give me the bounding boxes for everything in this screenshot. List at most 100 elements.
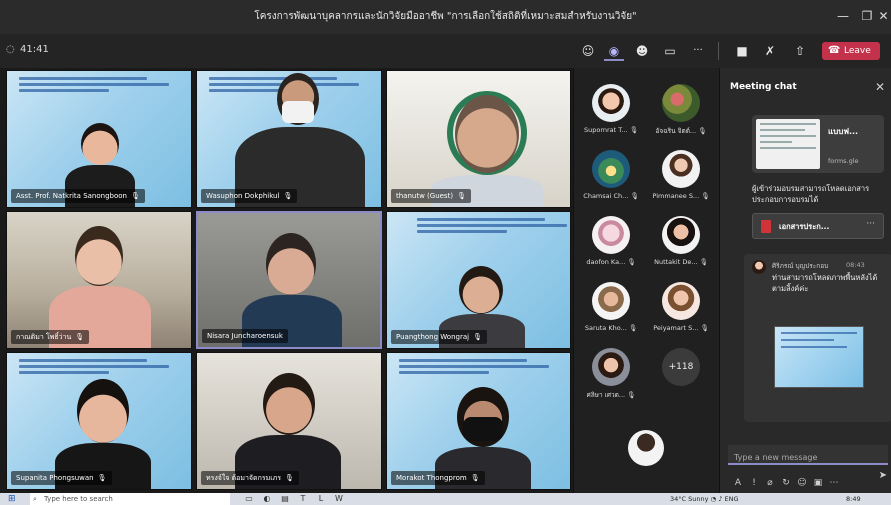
leave-button[interactable]: ☎ Leave — [822, 42, 880, 60]
avatar — [592, 216, 630, 254]
mic-muted-icon: 🎙 — [473, 333, 482, 341]
mic-muted-icon: 🎙 — [457, 192, 466, 200]
video-tile[interactable]: กาณติมา โพธิ์ว่าน 🎙 — [6, 211, 192, 349]
avatar — [662, 216, 700, 254]
avatar — [592, 348, 630, 386]
participant-name-tag: Asst. Prof. Natkrita Sanongboon 🎙 — [11, 189, 145, 203]
participant-thumbnail[interactable]: Peiyamart S... 🎙 — [646, 280, 716, 342]
format-icon[interactable]: A — [730, 478, 746, 488]
line-app-icon[interactable]: L — [312, 493, 330, 505]
slide-header-graphic — [417, 218, 567, 236]
edge-icon[interactable]: ◐ — [258, 493, 276, 505]
meeting-toolbar: ◌ 41:41 ☺ ◉ ☻ ▭ ··· ■ ✗ ⇧ ☎ Leave — [0, 34, 891, 68]
message-timestamp: 08:43 — [846, 261, 865, 269]
close-chat-icon[interactable]: ✕ — [875, 80, 885, 94]
participant-name-tag: Nisara Juncharoensuk — [202, 329, 288, 343]
file-attachment[interactable]: เอกสารประก... ··· — [752, 213, 884, 239]
mic-muted-icon: 🎙 — [75, 333, 85, 341]
network-icon[interactable]: ◔ — [711, 495, 717, 503]
video-tile[interactable]: thanutw (Guest) 🎙 — [386, 70, 571, 208]
reactions-icon[interactable]: ☻ — [632, 41, 652, 61]
video-tile[interactable]: Supanita Phongsuwan 🎙 — [6, 352, 192, 490]
more-participants-button[interactable]: +118 — [646, 346, 716, 408]
slide-header-graphic — [399, 359, 549, 377]
compose-box[interactable] — [728, 445, 888, 467]
attach-icon[interactable]: ⌀ — [762, 478, 778, 488]
rooms-icon[interactable]: ▭ — [660, 41, 680, 61]
participant-name-tag: Supanita Phongsuwan 🎙 — [11, 471, 112, 485]
chat-icon[interactable]: ◉ — [604, 41, 624, 61]
close-window-icon[interactable]: ✕ — [876, 6, 891, 26]
window-title: โครงการพัฒนาบุคลากรและนักวิจัยมืออาชีพ "… — [254, 11, 637, 22]
participant-thumbnail[interactable]: Nuttakit De... 🎙 — [646, 214, 716, 276]
video-tile[interactable]: ทรงจ์ใจ ต้อมาจัดกรมเภร 🎙 — [196, 352, 382, 490]
mic-muted-icon: 🎙 — [699, 258, 708, 266]
emoji-icon[interactable]: ☺ — [794, 478, 810, 488]
taskbar-clock[interactable]: 8:49 — [846, 493, 861, 505]
mic-muted-icon: 🎙 — [130, 192, 140, 200]
maximize-icon[interactable]: ❐ — [856, 6, 878, 26]
hang-up-icon: ☎ — [828, 45, 841, 56]
gif-icon[interactable]: ▣ — [810, 478, 826, 488]
share-screen-icon[interactable]: ⇧ — [790, 41, 810, 61]
word-icon[interactable]: W — [330, 493, 348, 505]
video-tile[interactable]: Asst. Prof. Natkrita Sanongboon 🎙 — [6, 70, 192, 208]
priority-icon[interactable]: ! — [746, 478, 762, 488]
participant-thumbnail[interactable]: daofon Ka... 🎙 — [576, 214, 646, 276]
mic-muted-icon: 🎙 — [627, 258, 636, 266]
teams-icon[interactable]: T — [294, 493, 312, 505]
mic-muted-icon: 🎙 — [698, 127, 707, 135]
participant-thumbnail[interactable]: Saruta Kho... 🎙 — [576, 280, 646, 342]
meeting-chat-panel: Meeting chat ✕ แบบฟ... forms.gle ผู้เข้า… — [719, 68, 891, 493]
windows-taskbar: ⊞ ⌕ Type here to search ▭ ◐ ▤ T L W 34°C Sunn… — [0, 493, 891, 505]
avatar — [592, 84, 630, 122]
chat-message-text: ท่านสามารถโหลดภาพพื้นหลังได้ตามลิ้งค์ค่ะ — [772, 273, 878, 293]
more-options-icon[interactable]: ⋯ — [826, 478, 842, 488]
video-tile[interactable]: Puangthong Wongraj 🎙 — [386, 211, 571, 349]
loop-icon[interactable]: ↻ — [778, 478, 794, 488]
participant-name: Nuttakit De... 🎙 — [654, 258, 708, 266]
video-tile[interactable]: Morakot Thongprom 🎙 — [386, 352, 571, 490]
slide-header-graphic — [19, 359, 169, 377]
task-view-icon[interactable]: ▭ — [240, 493, 258, 505]
chat-message: ศิริภรณ์ บุญประกอบ 08:43 ท่านสามารถโหลดภ… — [744, 254, 891, 422]
language-indicator[interactable]: ENG — [725, 495, 739, 503]
windows-start-icon[interactable]: ⊞ — [8, 494, 16, 504]
sender-avatar — [752, 260, 766, 274]
camera-off-icon[interactable]: ■ — [732, 41, 752, 61]
mic-muted-icon: 🎙 — [701, 192, 710, 200]
mic-muted-icon: 🎙 — [97, 474, 107, 482]
sender-name: ศิริภรณ์ บุญประกอบ — [772, 262, 829, 270]
file-explorer-icon[interactable]: ▤ — [276, 493, 294, 505]
more-participants-count: +118 — [662, 348, 700, 386]
image-attachment[interactable] — [774, 326, 864, 388]
file-more-options-icon[interactable]: ··· — [866, 219, 875, 229]
video-tile-active-speaker[interactable]: Nisara Juncharoensuk — [196, 211, 382, 349]
link-preview-card[interactable]: แบบฟ... forms.gle — [752, 115, 884, 173]
shield-icon: ◌ — [6, 44, 15, 55]
message-input[interactable] — [728, 448, 888, 467]
mic-muted-icon: 🎙 — [284, 474, 294, 482]
participant-thumbnail[interactable]: Pimmanee S... 🎙 — [646, 148, 716, 210]
taskbar-apps: ▭ ◐ ▤ T L W — [240, 493, 348, 505]
more-actions-icon[interactable]: ··· — [688, 41, 708, 61]
volume-icon[interactable]: ♪ — [718, 495, 722, 503]
minimize-icon[interactable]: — — [832, 6, 854, 26]
meeting-timer: 41:41 — [20, 44, 49, 55]
participants-icon[interactable]: ☺ — [578, 41, 598, 61]
avatar — [662, 150, 700, 188]
weather-status[interactable]: 34°C Sunny — [670, 495, 708, 503]
send-icon[interactable]: ➤ — [879, 470, 887, 481]
participant-thumbnail[interactable]: Chamsai Ch... 🎙 — [576, 148, 646, 210]
mic-off-icon[interactable]: ✗ — [760, 41, 780, 61]
participants-gallery: Supornrat T... 🎙 อัจฉริน จิตต์... 🎙 Cham… — [573, 68, 719, 493]
participant-name: daofon Ka... 🎙 — [586, 258, 636, 266]
taskbar-search-box[interactable]: ⌕ Type here to search — [30, 493, 230, 505]
video-stage: Asst. Prof. Natkrita Sanongboon 🎙 Wasupho… — [0, 68, 573, 493]
participant-thumbnail[interactable]: Supornrat T... 🎙 — [576, 82, 646, 144]
participant-thumbnail[interactable]: ศลิษา เศวต... 🎙 — [576, 346, 646, 408]
compose-toolbar: A! ⌀ ↻ ☺ ▣ ⋯ — [730, 470, 890, 488]
participant-thumbnail[interactable]: อัจฉริน จิตต์... 🎙 — [646, 82, 716, 144]
video-tile[interactable]: Wasuphon Dokphikul 🎙 — [196, 70, 382, 208]
mic-muted-icon: 🎙 — [470, 474, 480, 482]
